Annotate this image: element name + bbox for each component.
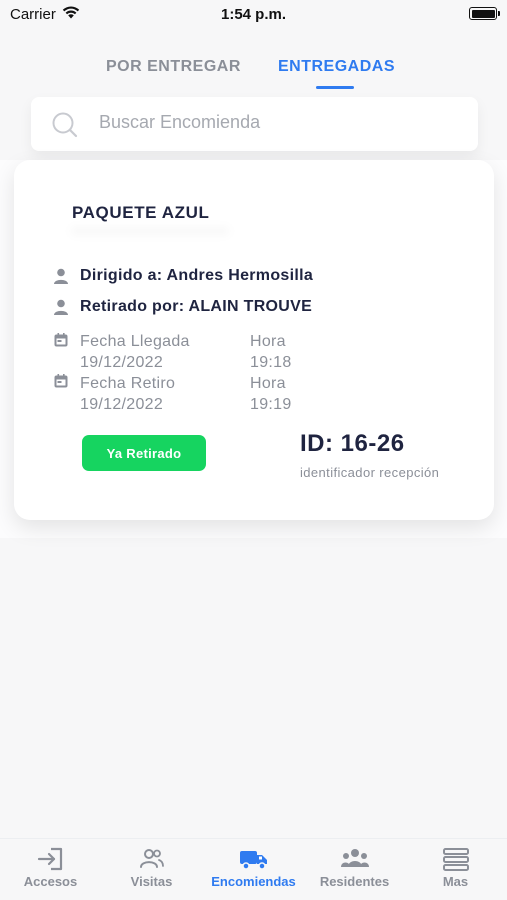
- package-id: ID: 16-26: [300, 430, 405, 457]
- nav-item-visitas[interactable]: Visitas: [101, 847, 202, 889]
- package-card[interactable]: PAQUETE AZUL Dirigido a: Andres Hermosil…: [14, 160, 494, 520]
- nav-label: Visitas: [130, 874, 173, 889]
- active-tab-indicator: [316, 86, 354, 89]
- bottom-navigation: Accesos Visitas Encomiendas Residentes M…: [0, 838, 507, 900]
- status-bar: Carrier 1:54 p.m.: [0, 0, 507, 30]
- search-input[interactable]: Buscar Encomienda: [31, 97, 478, 151]
- pickup-date-label: Fecha Retiro: [80, 375, 176, 392]
- nav-item-accesos[interactable]: Accesos: [0, 847, 101, 889]
- picked-by-text: Retirado por: ALAIN TROUVE: [80, 298, 313, 315]
- nav-item-residentes[interactable]: Residentes: [304, 847, 405, 889]
- arrival-time-value: 19:18: [250, 354, 292, 371]
- battery-icon: [469, 7, 500, 20]
- package-title: PAQUETE AZUL: [72, 203, 210, 222]
- menu-icon: [442, 848, 469, 871]
- arrival-date-label: Fecha Llegada: [80, 333, 190, 350]
- directed-to-row: Dirigido a: Andres Hermosilla: [54, 267, 313, 285]
- calendar-icon: [54, 333, 68, 347]
- nav-label: Encomiendas: [211, 874, 296, 889]
- user-icon: [54, 299, 68, 315]
- pickup-date-value: 19/12/2022: [80, 396, 164, 413]
- tab-bar: POR ENTREGAR ENTREGADAS: [0, 50, 507, 95]
- search-placeholder: Buscar Encomienda: [99, 112, 261, 132]
- arrival-time-label: Hora: [250, 333, 286, 350]
- user-icon: [54, 268, 68, 284]
- login-icon: [37, 847, 62, 871]
- search-icon: [51, 111, 79, 144]
- nav-label: Mas: [442, 874, 469, 889]
- arrival-date-value: 19/12/2022: [80, 354, 164, 371]
- nav-label: Residentes: [319, 874, 390, 889]
- pickup-time-value: 19:19: [250, 396, 292, 413]
- nav-label: Accesos: [23, 874, 78, 889]
- pickup-time-label: Hora: [250, 375, 286, 392]
- truck-icon: [239, 851, 267, 870]
- package-id-caption: identificador recepción: [300, 465, 440, 480]
- nav-item-mas[interactable]: Mas: [405, 847, 506, 889]
- tab-por-entregar[interactable]: POR ENTREGAR: [106, 58, 241, 76]
- nav-item-encomiendas[interactable]: Encomiendas: [203, 847, 304, 889]
- picked-by-row: Retirado por: ALAIN TROUVE: [54, 298, 312, 316]
- title-divider: [70, 226, 230, 236]
- group-icon: [340, 849, 369, 867]
- directed-to-text: Dirigido a: Andres Hermosilla: [80, 267, 314, 284]
- tab-entregadas[interactable]: ENTREGADAS: [278, 58, 395, 76]
- calendar-icon: [54, 374, 68, 388]
- status-time: 1:54 p.m.: [220, 6, 287, 23]
- users-icon: [139, 849, 164, 868]
- status-badge: Ya Retirado: [82, 435, 206, 471]
